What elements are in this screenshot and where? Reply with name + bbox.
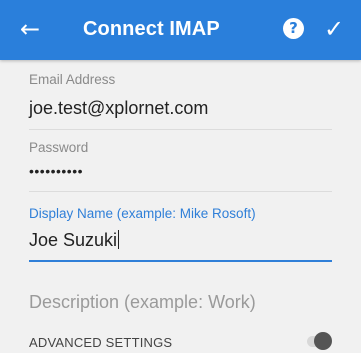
display-name-field[interactable]: Joe Suzuki	[29, 230, 120, 251]
display-name-value: Joe Suzuki	[29, 230, 118, 250]
email-underline	[29, 129, 332, 130]
back-arrow-icon[interactable]: ←	[20, 15, 48, 43]
email-field[interactable]: joe.test@xplornet.com	[29, 98, 208, 119]
advanced-settings-label: ADVANCED SETTINGS	[29, 335, 173, 350]
display-name-label: Display Name (example: Mike Rosoft)	[29, 206, 256, 221]
app-bar: ← Connect IMAP ? ✓	[0, 0, 361, 60]
connect-imap-screen: ← Connect IMAP ? ✓ Email Address joe.tes…	[0, 0, 361, 353]
password-label: Password	[29, 140, 89, 155]
password-field[interactable]: ••••••••••	[29, 163, 83, 179]
advanced-settings-toggle[interactable]	[307, 332, 332, 350]
help-icon[interactable]: ?	[283, 18, 304, 39]
confirm-check-icon[interactable]: ✓	[324, 15, 352, 43]
text-cursor	[118, 230, 120, 249]
description-field[interactable]: Description (example: Work)	[29, 292, 256, 313]
email-label: Email Address	[29, 72, 116, 87]
page-title: Connect IMAP	[83, 18, 220, 40]
toggle-thumb	[314, 332, 332, 350]
password-underline	[29, 191, 332, 192]
display-name-underline	[29, 260, 332, 262]
